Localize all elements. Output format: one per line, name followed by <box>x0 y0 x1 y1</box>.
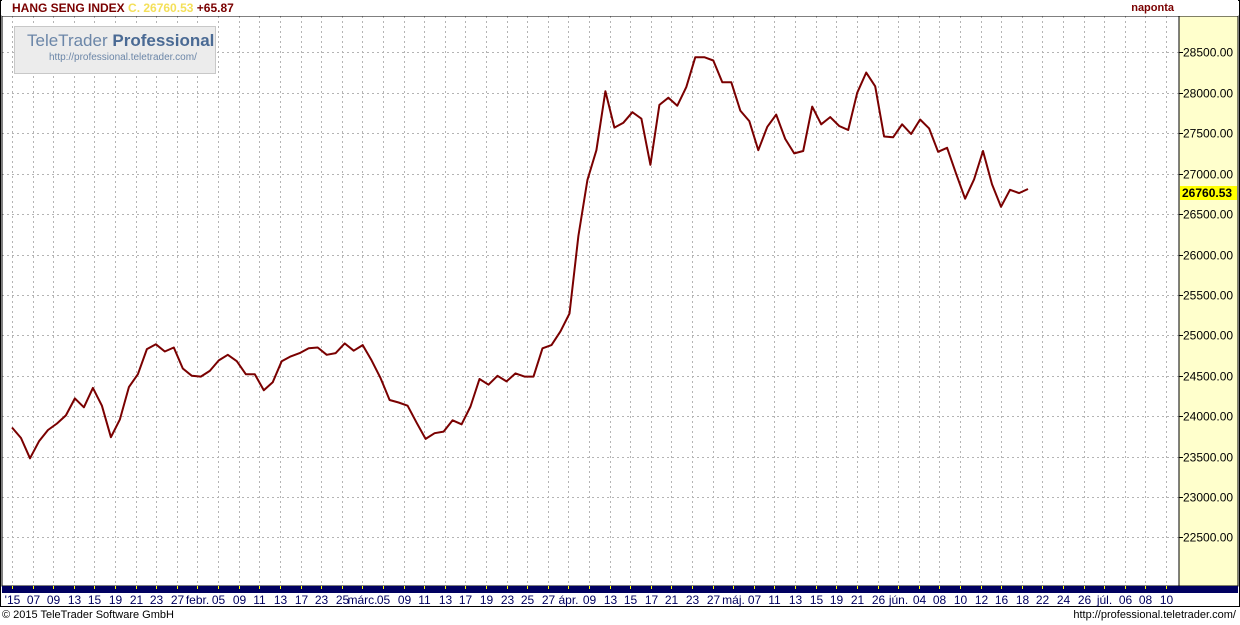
x-tick-label: 19 <box>830 593 844 607</box>
y-tick-label: 28000.00 <box>1183 87 1233 101</box>
y-tick-label: 24500.00 <box>1183 370 1233 384</box>
x-tick-label: 17 <box>645 593 659 607</box>
x-tick-label: 09 <box>398 593 412 607</box>
chart-header: HANG SENG INDEX C. 26760.53 +65.87 napon… <box>2 0 1238 16</box>
x-tick-label: 17 <box>459 593 473 607</box>
x-tick-label: 23 <box>150 593 164 607</box>
instrument-title: HANG SENG INDEX C. 26760.53 +65.87 <box>12 1 234 15</box>
y-tick-label: 28500.00 <box>1183 46 1233 60</box>
x-tick-label: 06 <box>1119 593 1133 607</box>
last-price-label: 26760.53 <box>1182 186 1232 200</box>
y-tick-label: 27000.00 <box>1183 168 1233 182</box>
x-tick-label: 07 <box>27 593 41 607</box>
x-tick-label: 05 <box>212 593 226 607</box>
x-tick-label: 27 <box>171 593 185 607</box>
x-tick-label: 16 <box>995 593 1009 607</box>
watermark-brand-b: Professional <box>112 31 215 50</box>
x-tick-label: 13 <box>274 593 288 607</box>
x-tick-label: 21 <box>665 593 679 607</box>
x-tick-label: 17 <box>295 593 309 607</box>
x-tick-label: febr. <box>186 593 209 607</box>
y-tick-label: 25500.00 <box>1183 289 1233 303</box>
chart-window: 22500.00 23000.00 23500.00 24000.00 24500.00… <box>0 0 1240 625</box>
footer: © 2015 TeleTrader Software GmbH http://p… <box>0 607 1240 625</box>
x-tick-label: 15 <box>810 593 824 607</box>
x-tick-label: 13 <box>604 593 618 607</box>
x-tick-label: 15 <box>624 593 638 607</box>
plot-background <box>2 16 1179 586</box>
x-tick-label: 11 <box>768 593 781 607</box>
x-tick-label: 13 <box>68 593 82 607</box>
date-axis-bar <box>2 586 1238 593</box>
frequency-label: naponta <box>1131 2 1174 14</box>
y-tick-label: 22500.00 <box>1183 531 1233 545</box>
x-tick-label: máj. <box>722 593 745 607</box>
y-tick-label: 23000.00 <box>1183 491 1233 505</box>
x-tick-label: 10 <box>954 593 968 607</box>
x-tick-label: 21 <box>130 593 144 607</box>
change-label: +65.87 <box>196 1 234 15</box>
x-tick-label: 08 <box>1139 593 1153 607</box>
chart-svg: 22500.00 23000.00 23500.00 24000.00 24500.00… <box>0 0 1240 607</box>
x-tick-label: 15 <box>88 593 102 607</box>
x-tick-label: 26 <box>1078 593 1092 607</box>
x-tick-label: 23 <box>501 593 515 607</box>
x-tick-label: 11 <box>418 593 431 607</box>
x-tick-label: 22 <box>1036 593 1050 607</box>
y-tick-label: 27500.00 <box>1183 127 1233 141</box>
y-tick-label: 25000.00 <box>1183 329 1233 343</box>
x-tick-label: 27 <box>542 593 556 607</box>
x-tick-label: 07 <box>748 593 762 607</box>
x-tick-label: júl. <box>1096 593 1112 607</box>
y-tick-label: 26000.00 <box>1183 249 1233 263</box>
y-tick-label: 23500.00 <box>1183 451 1233 465</box>
copyright-text: © 2015 TeleTrader Software GmbH <box>2 609 174 621</box>
last-price-tag-layer: 26760.53 <box>1180 186 1237 200</box>
x-tick-label: 19 <box>480 593 494 607</box>
x-tick-label: 11 <box>253 593 266 607</box>
x-tick-label: márc. <box>348 593 378 607</box>
close-label: C. 26760.53 <box>128 1 194 15</box>
x-tick-label: 09 <box>233 593 247 607</box>
x-tick-label: 13 <box>439 593 453 607</box>
x-tick-label: 09 <box>47 593 61 607</box>
footer-url-link[interactable]: http://professional.teletrader.com/ <box>1073 609 1236 621</box>
x-tick-label: 08 <box>933 593 947 607</box>
x-tick-label: 13 <box>789 593 803 607</box>
watermark-url: http://professional.teletrader.com/ <box>49 52 197 63</box>
x-tick-label: 12 <box>975 593 989 607</box>
x-tick-label: '15 <box>5 593 21 607</box>
x-tick-label: ápr. <box>558 593 578 607</box>
x-tick-label: 27 <box>707 593 721 607</box>
y-tick-label: 24000.00 <box>1183 410 1233 424</box>
x-tick-label: 23 <box>315 593 329 607</box>
x-tick-label: 18 <box>1016 593 1030 607</box>
x-tick-label: jún. <box>888 593 908 607</box>
x-tick-label: 04 <box>913 593 927 607</box>
x-tick-label: 24 <box>1057 593 1071 607</box>
x-tick-label: 26 <box>872 593 886 607</box>
x-tick-label: 19 <box>109 593 123 607</box>
x-tick-label: 09 <box>583 593 597 607</box>
instrument-name: HANG SENG INDEX <box>12 1 125 15</box>
x-tick-label: 23 <box>686 593 700 607</box>
x-tick-label: 10 <box>1160 593 1174 607</box>
watermark-brand: TeleTrader Professional <box>27 31 214 51</box>
watermark: TeleTrader Professional http://professio… <box>14 26 216 74</box>
x-tick-label: 25 <box>521 593 535 607</box>
y-tick-label: 26500.00 <box>1183 208 1233 222</box>
watermark-brand-a: TeleTrader <box>27 31 108 50</box>
x-tick-label: 05 <box>377 593 391 607</box>
x-tick-label: 21 <box>851 593 865 607</box>
